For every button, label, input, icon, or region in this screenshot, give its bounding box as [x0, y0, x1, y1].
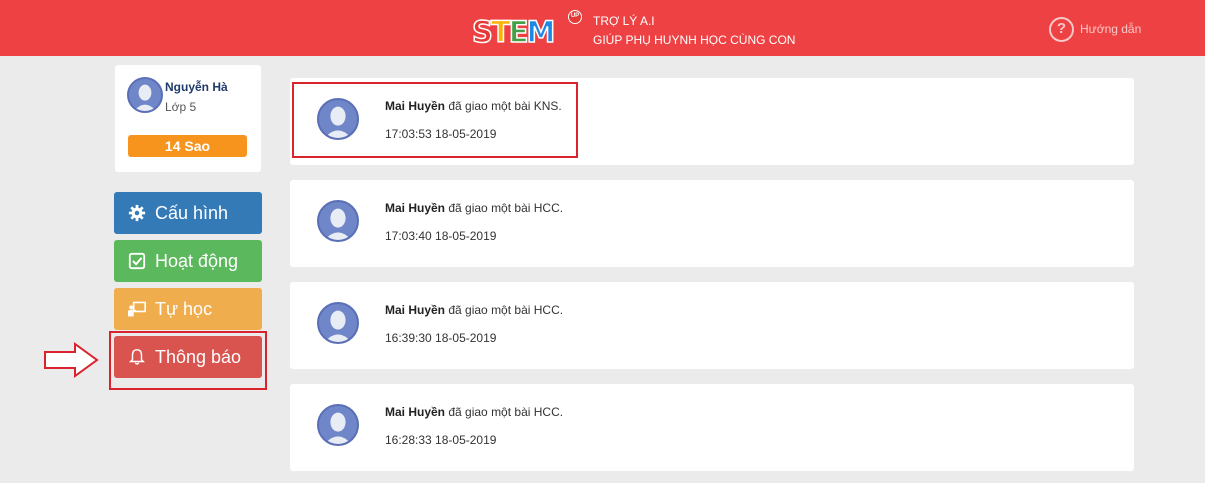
checkbox-icon	[128, 252, 146, 270]
notification-message: Mai Huyền đã giao một bài HCC.	[385, 201, 563, 215]
arrow-right-icon	[44, 342, 99, 378]
notification-sender: Mai Huyền	[385, 303, 446, 317]
menu-activity-button[interactable]: Hoạt động	[114, 240, 262, 282]
avatar	[317, 302, 359, 344]
menu-config-label: Cấu hình	[155, 202, 229, 223]
notification-sender: Mai Huyền	[385, 405, 446, 419]
profile-grade: Lớp 5	[165, 100, 197, 114]
top-header: STEM UP TRỢ LÝ A.I GIÚP PHỤ HUYNH HỌC CÙ…	[0, 0, 1205, 56]
logo-text: STEM	[471, 15, 556, 49]
menu-activity-label: Hoạt động	[155, 250, 239, 271]
help-label: Hướng dẫn	[1080, 22, 1142, 36]
avatar	[317, 404, 359, 446]
gear-icon	[128, 204, 146, 222]
tagline-line1: TRỢ LÝ A.I	[593, 14, 655, 28]
notification-time: 17:03:40 18-05-2019	[385, 229, 497, 243]
profile-name: Nguyễn Hà	[165, 80, 228, 94]
notification-text: đã giao một bài HCC.	[448, 201, 564, 215]
notification-sender: Mai Huyền	[385, 201, 446, 215]
avatar	[127, 77, 163, 113]
menu-selfstudy-label: Tự học	[155, 298, 213, 319]
notification-item[interactable]: Mai Huyền đã giao một bài HCC. 17:03:40 …	[290, 180, 1134, 267]
menu-config-button[interactable]: Cấu hình	[114, 192, 262, 234]
notification-time: 16:28:33 18-05-2019	[385, 433, 497, 447]
highlight-box	[109, 331, 267, 390]
notification-item[interactable]: Mai Huyền đã giao một bài HCC. 16:39:30 …	[290, 282, 1134, 369]
tagline: TRỢ LÝ A.I GIÚP PHỤ HUYNH HỌC CÙNG CON	[593, 12, 795, 50]
menu-selfstudy-button[interactable]: Tự học	[114, 288, 262, 330]
notification-item[interactable]: Mai Huyền đã giao một bài HCC. 16:28:33 …	[290, 384, 1134, 471]
help-link[interactable]: ? Hướng dẫn	[1049, 16, 1141, 42]
notification-message: Mai Huyền đã giao một bài HCC.	[385, 303, 563, 317]
profile-card: Nguyễn Hà Lớp 5 14 Sao	[115, 65, 261, 172]
stem-logo[interactable]: STEM UP	[471, 10, 582, 50]
logo-badge: UP	[568, 10, 582, 24]
notification-time: 16:39:30 18-05-2019	[385, 331, 497, 345]
tagline-line2: GIÚP PHỤ HUYNH HỌC CÙNG CON	[593, 33, 796, 47]
question-circle-icon: ?	[1049, 16, 1074, 42]
avatar	[317, 200, 359, 242]
highlight-box	[292, 82, 578, 158]
notification-message: Mai Huyền đã giao một bài HCC.	[385, 405, 563, 419]
notification-text: đã giao một bài HCC.	[448, 303, 564, 317]
teacher-board-icon	[128, 301, 146, 317]
notification-text: đã giao một bài HCC.	[448, 405, 564, 419]
stars-badge: 14 Sao	[128, 135, 247, 157]
